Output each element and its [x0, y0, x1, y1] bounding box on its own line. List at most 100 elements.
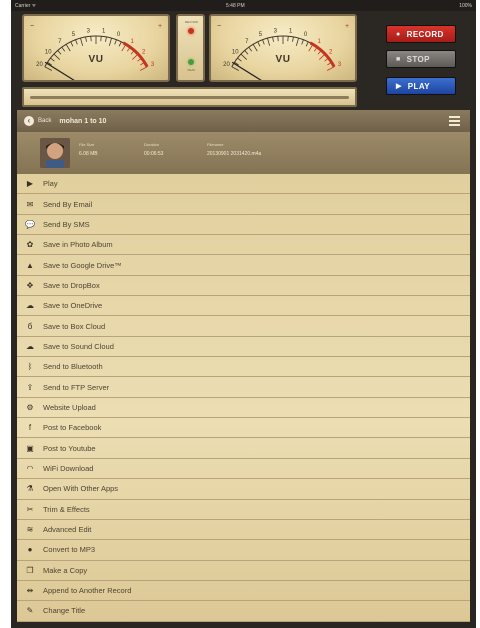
vu-tick — [118, 41, 122, 47]
vu-tick — [257, 41, 261, 47]
vu-tick — [139, 66, 148, 71]
menu-item-convert[interactable]: ● Convert to MP3 — [17, 540, 470, 561]
menu-item-open-with[interactable]: ⚗ Open With Other Apps — [17, 479, 470, 500]
record-lamp-caption: RECORD — [184, 20, 198, 24]
menu-item-wifi[interactable]: ◠ WiFi Download — [17, 459, 470, 480]
list-menu-icon[interactable] — [449, 116, 460, 126]
menu-item-label: Change Title — [43, 606, 86, 616]
page-title: mohan 1 to 10 — [59, 117, 107, 125]
menu-item-edit-title[interactable]: ✎ Change Title — [17, 601, 470, 622]
menu-item-photo-album[interactable]: ✿ Save in Photo Album — [17, 235, 470, 256]
menu-item-bluetooth[interactable]: ᛒ Send to Bluetooth — [17, 357, 470, 378]
meter-panel: 20 10 7 5 3 1 0 1 2 3− + VU RECORD PEAK 20 10 7 5 3 1 0 1… — [11, 11, 476, 110]
navigation-bar: ‹ Back mohan 1 to 10 — [17, 110, 470, 132]
append-icon: ⇹ — [26, 586, 34, 596]
stop-button[interactable]: ■ STOP — [386, 50, 456, 68]
vu-label-right: VU — [275, 54, 291, 65]
menu-item-dropbox[interactable]: ✥ Save to DropBox — [17, 276, 470, 297]
vu-tick — [70, 41, 74, 47]
menu-item-label: Save in Photo Album — [43, 240, 113, 250]
copy-icon: ❐ — [26, 565, 34, 575]
vu-scale-right: 2010753 10123− + — [217, 23, 349, 80]
google-drive-icon: ▲ — [26, 260, 34, 270]
record-button[interactable]: ● RECORD — [386, 25, 456, 43]
vu-tick — [326, 66, 335, 71]
menu-item-label: Append to Another Record — [43, 586, 132, 596]
menu-item-label: Save to OneDrive — [43, 301, 103, 311]
box-cloud-icon: б — [27, 321, 33, 331]
sms-icon: 💬 — [25, 219, 35, 229]
menu-item-label: Post to Youtube — [43, 443, 96, 453]
file-size-column: File Size 6.08 MB — [79, 142, 98, 157]
menu-item-soundcloud[interactable]: ☁ Save to Sound Cloud — [17, 337, 470, 358]
menu-item-ftp[interactable]: ⇪ Send to FTP Server — [17, 377, 470, 398]
menu-item-label: Send By Email — [43, 199, 93, 209]
vu-scale-label: 0 — [117, 32, 121, 38]
vu-tick — [65, 44, 71, 52]
youtube-icon: ▣ — [26, 443, 34, 453]
carrier-label: Carrier ᯤ — [15, 3, 37, 9]
duration-column: Duration 00:06:53 — [144, 142, 163, 157]
menu-item-play[interactable]: ▶ Play — [17, 174, 470, 195]
back-arrow-icon[interactable]: ‹ — [24, 116, 34, 126]
back-button[interactable]: Back — [38, 118, 51, 124]
menu-item-label: Convert to MP3 — [43, 545, 96, 555]
menu-item-label: Send to FTP Server — [43, 382, 110, 392]
status-time: 5:48 PM — [226, 3, 245, 9]
menu-item-advanced-edit[interactable]: ≋ Advanced Edit — [17, 520, 470, 541]
menu-item-copy[interactable]: ❐ Make a Copy — [17, 561, 470, 581]
duration-value: 00:06:53 — [144, 151, 164, 157]
file-size-header: File Size — [79, 142, 95, 147]
dropbox-icon: ✥ — [26, 280, 34, 290]
playback-progress-bar[interactable] — [22, 87, 357, 107]
vu-tick — [272, 36, 274, 42]
play-icon: ▶ — [26, 179, 34, 189]
menu-item-box-cloud[interactable]: б Save to Box Cloud — [17, 316, 470, 337]
menu-item-sms[interactable]: 💬 Send By SMS — [17, 215, 470, 236]
menu-item-label: Open With Other Apps — [43, 484, 119, 494]
vu-tick — [121, 44, 127, 52]
record-icon: ● — [396, 30, 401, 38]
vu-scale-label: 1 — [131, 39, 135, 45]
vu-scale-label: 5 — [259, 32, 263, 38]
duration-header: Duration — [144, 142, 160, 147]
action-menu-list: ▶ Play ✉ Send By Email 💬 Send By SMS ✿ Save in … — [17, 174, 470, 622]
trim-icon: ✂ — [26, 504, 34, 514]
menu-item-onedrive[interactable]: ☁ Save to OneDrive — [17, 296, 470, 317]
menu-item-google-drive[interactable]: ▲ Save to Google Drive™ — [17, 255, 470, 276]
vu-scale-label: 1 — [102, 28, 106, 34]
menu-item-label: Trim & Effects — [43, 504, 90, 514]
menu-item-email[interactable]: ✉ Send By Email — [17, 194, 470, 215]
bluetooth-icon: ᛒ — [27, 362, 33, 372]
vu-tick — [301, 39, 304, 45]
menu-item-append[interactable]: ⇹ Append to Another Record — [17, 581, 470, 602]
bottom-bezel — [11, 622, 476, 628]
menu-item-label: Send to Bluetooth — [43, 362, 103, 372]
play-button-label: PLAY — [407, 81, 430, 91]
edit-title-icon: ✎ — [26, 606, 34, 616]
menu-item-label: Save to Sound Cloud — [43, 341, 114, 351]
stop-button-label: STOP — [406, 54, 430, 64]
menu-item-youtube[interactable]: ▣ Post to Youtube — [17, 438, 470, 459]
play-button[interactable]: ▶ PLAY — [386, 77, 456, 95]
filename-column: Filename 20130901 2031420.m4a — [207, 142, 261, 157]
stop-icon: ■ — [396, 55, 401, 63]
vu-scale-label: 1 — [318, 39, 322, 45]
menu-item-trim[interactable]: ✂ Trim & Effects — [17, 500, 470, 520]
menu-item-facebook[interactable]: f Post to Facebook — [17, 418, 470, 439]
advanced-edit-icon: ≋ — [26, 525, 34, 535]
vu-scale-label: 7 — [245, 39, 249, 45]
vu-scale-label: 5 — [72, 32, 76, 38]
menu-item-upload[interactable]: ⚙ Website Upload — [17, 398, 470, 419]
vu-meter-left: 20 10 7 5 3 1 0 1 2 3− + VU — [22, 14, 170, 82]
vu-scale-label: 1 — [289, 28, 293, 34]
peak-indicator-panel: RECORD PEAK — [176, 14, 205, 82]
play-icon: ▶ — [396, 83, 402, 90]
vu-tick — [105, 36, 107, 42]
vu-meter-right: 20 10 7 5 3 1 0 1 2 3− + VU — [209, 14, 357, 82]
battery-label: 100% — [459, 3, 472, 9]
record-button-label: RECORD — [406, 29, 444, 39]
vu-tick — [308, 44, 314, 52]
photo-album-icon: ✿ — [26, 240, 34, 250]
vu-tick — [85, 36, 87, 42]
